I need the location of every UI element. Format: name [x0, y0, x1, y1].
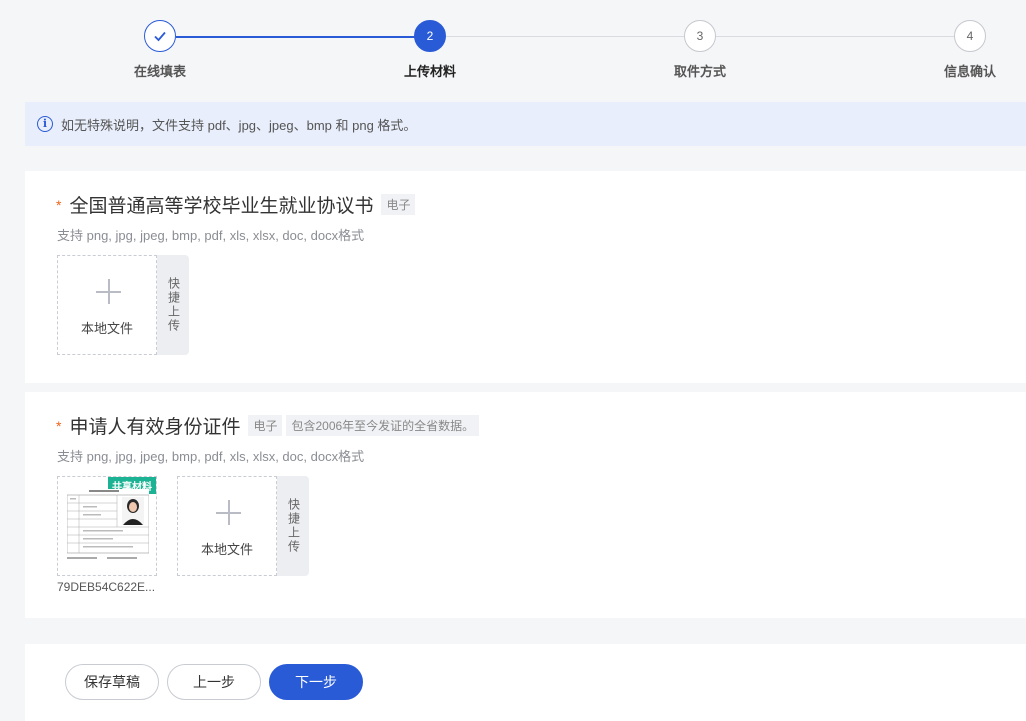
step-number: 3 — [684, 20, 716, 52]
material-card-id: * 申请人有效身份证件 电子 包含2006年至今发证的全省数据。 支持 png,… — [25, 392, 1026, 618]
material-title: 申请人有效身份证件 — [69, 417, 241, 438]
plus-icon — [96, 279, 121, 304]
step-label: 上传材料 — [403, 64, 456, 79]
previous-step-button[interactable]: 上一步 — [167, 664, 261, 700]
notice-text: 如无特殊说明，文件支持 pdf、jpg、jpeg、bmp 和 png 格式。 — [61, 117, 417, 133]
step-label: 在线填表 — [133, 64, 186, 79]
step-label: 信息确认 — [943, 64, 996, 79]
info-icon: i — [37, 116, 53, 132]
electronic-tag: 电子 — [381, 194, 416, 215]
step-4: 4 信息确认 — [910, 20, 1026, 80]
material-title: 全国普通高等学校毕业生就业协议书 — [69, 196, 374, 217]
data-scope-tag: 包含2006年至今发证的全省数据。 — [286, 415, 480, 436]
check-icon — [144, 20, 176, 52]
format-hint: 支持 png, jpg, jpeg, bmp, pdf, xls, xlsx, … — [57, 449, 365, 464]
plus-icon — [216, 500, 241, 525]
required-mark: * — [56, 196, 62, 213]
document-preview-icon — [67, 489, 149, 567]
quick-upload-button[interactable]: 快捷上传 — [157, 255, 189, 355]
step-3: 3 取件方式 — [640, 20, 760, 80]
step-number: 2 — [414, 20, 446, 52]
local-file-upload[interactable]: 本地文件 — [57, 255, 157, 355]
required-mark: * — [56, 417, 62, 434]
step-1: 在线填表 — [100, 20, 220, 80]
format-notice: i 如无特殊说明，文件支持 pdf、jpg、jpeg、bmp 和 png 格式。 — [25, 102, 1026, 146]
uploaded-file-name: 79DEB54C622E... — [57, 580, 156, 594]
format-hint: 支持 png, jpg, jpeg, bmp, pdf, xls, xlsx, … — [57, 228, 365, 243]
electronic-tag: 电子 — [248, 415, 283, 436]
uploaded-file-thumbnail[interactable]: 共享材料 — [57, 476, 157, 576]
quick-upload-label: 快捷上传 — [286, 498, 301, 554]
quick-upload-label: 快捷上传 — [166, 277, 181, 333]
quick-upload-button[interactable]: 快捷上传 — [277, 476, 309, 576]
progress-steps: 在线填表 2 上传材料 3 取件方式 4 信息确认 — [0, 0, 1026, 96]
material-title-row: * 全国普通高等学校毕业生就业协议书 电子 — [56, 191, 416, 218]
step-2: 2 上传材料 — [370, 20, 490, 80]
next-step-button[interactable]: 下一步 — [269, 664, 363, 700]
material-title-row: * 申请人有效身份证件 电子 包含2006年至今发证的全省数据。 — [56, 412, 480, 439]
upload-label: 本地文件 — [200, 542, 253, 557]
upload-label: 本地文件 — [80, 321, 133, 336]
step-label: 取件方式 — [673, 64, 726, 79]
step-number: 4 — [954, 20, 986, 52]
local-file-upload[interactable]: 本地文件 — [177, 476, 277, 576]
save-draft-button[interactable]: 保存草稿 — [65, 664, 159, 700]
material-card-agreement: * 全国普通高等学校毕业生就业协议书 电子 支持 png, jpg, jpeg,… — [25, 171, 1026, 383]
action-bar: 保存草稿 上一步 下一步 — [25, 644, 1026, 721]
